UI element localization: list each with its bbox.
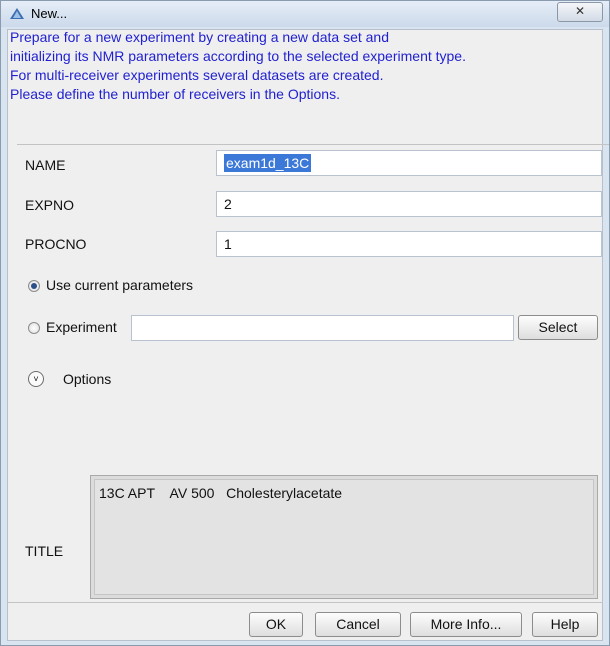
help-button[interactable]: Help	[532, 612, 598, 637]
name-label: NAME	[25, 157, 66, 173]
close-icon: ✕	[574, 4, 586, 18]
title-field[interactable]: 13C APT AV 500 Cholesterylacetate	[90, 475, 598, 599]
title-bar[interactable]: New... ✕	[1, 1, 609, 27]
divider	[7, 602, 603, 603]
use-current-parameters-radio[interactable]	[28, 280, 40, 292]
options-label[interactable]: Options	[63, 371, 111, 387]
new-dialog-window: New... ✕ Prepare for a new experiment by…	[0, 0, 610, 646]
procno-field[interactable]: 1	[216, 231, 602, 257]
description-line: For multi-receiver experiments several d…	[10, 67, 384, 83]
ok-button[interactable]: OK	[249, 612, 303, 637]
window-title: New...	[31, 6, 68, 21]
description-line: Please define the number of receivers in…	[10, 86, 340, 102]
experiment-label[interactable]: Experiment	[46, 319, 117, 335]
name-field[interactable]: exam1d_13C	[216, 150, 602, 176]
experiment-radio[interactable]	[28, 322, 40, 334]
name-field-value: exam1d_13C	[224, 154, 312, 172]
expno-label: EXPNO	[25, 197, 75, 213]
description-text: Prepare for a new experiment by creating…	[10, 28, 590, 104]
more-info-button[interactable]: More Info...	[410, 612, 522, 637]
divider	[17, 144, 609, 145]
use-current-parameters-label[interactable]: Use current parameters	[46, 277, 193, 293]
title-field-value: 13C APT AV 500 Cholesterylacetate	[94, 479, 594, 595]
chevron-down-icon[interactable]: ˅	[28, 371, 44, 387]
select-button[interactable]: Select	[518, 315, 598, 340]
expno-field[interactable]: 2	[216, 191, 602, 217]
cancel-button[interactable]: Cancel	[315, 612, 401, 637]
procno-label: PROCNO	[25, 236, 87, 252]
title-label: TITLE	[25, 543, 64, 559]
experiment-field[interactable]	[131, 315, 514, 341]
close-button[interactable]: ✕	[557, 2, 603, 22]
description-line: initializing its NMR parameters accordin…	[10, 48, 466, 64]
description-line: Prepare for a new experiment by creating…	[10, 29, 389, 45]
app-icon	[10, 8, 24, 19]
